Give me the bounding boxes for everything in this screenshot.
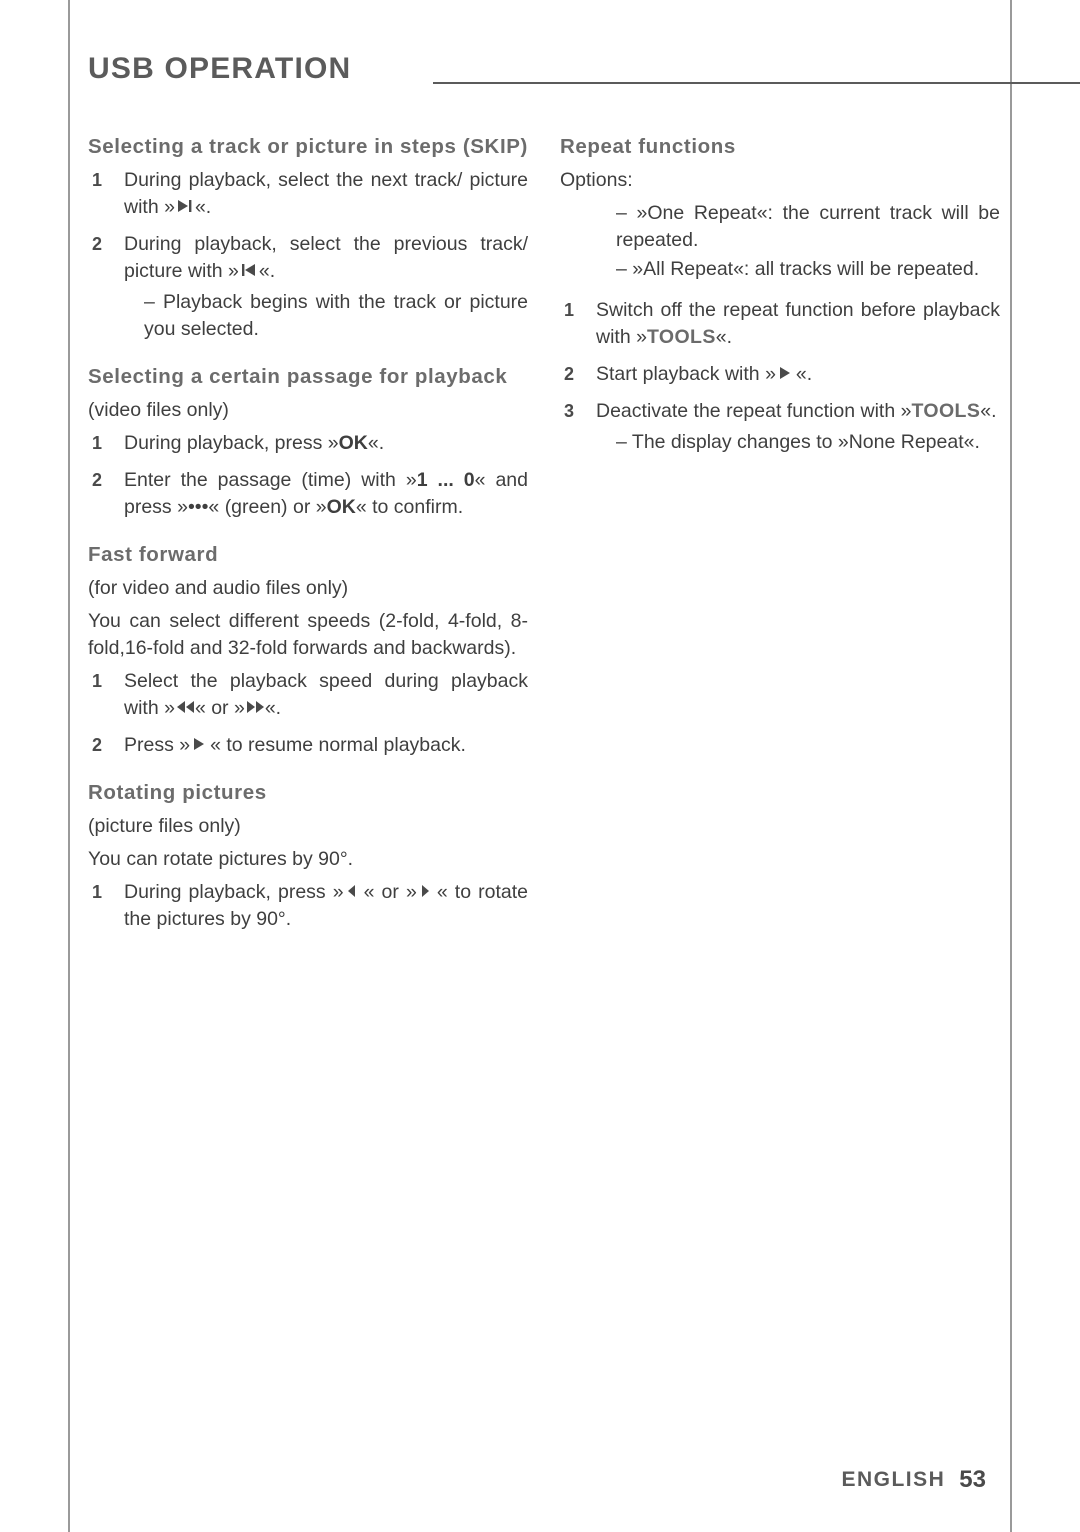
section-note: (for video and audio files only) <box>88 577 349 599</box>
page-border-left <box>68 0 70 1532</box>
step-list: 1 Select the playback speed during playb… <box>88 668 528 759</box>
play-icon <box>776 365 796 381</box>
section-rotating-pictures: Rotating pictures (picture files only) Y… <box>88 779 528 933</box>
key-label-tools: TOOLS <box>911 400 981 422</box>
section-repeat-functions: Repeat functions Options: – »One Repeat«… <box>560 133 1000 456</box>
step-text-after: « to confirm. <box>355 496 464 518</box>
step-number: 2 <box>92 234 103 254</box>
footer-language: ENGLISH <box>841 1468 946 1491</box>
step-text-mid: « or » <box>363 881 417 903</box>
key-label-ok: OK <box>326 496 356 518</box>
step-text: During playback, press » <box>124 881 344 903</box>
section-fast-forward: Fast forward (for video and audio files … <box>88 541 528 759</box>
page: USB OPERATION Selecting a track or pictu… <box>0 0 1080 1532</box>
step-number: 1 <box>92 170 103 190</box>
step-number: 2 <box>92 735 103 755</box>
section-paragraph: You can rotate pictures by 90°. <box>88 848 354 870</box>
section-heading: Selecting a certain passage for playback <box>88 365 508 388</box>
section-note: (video files only) <box>88 399 229 421</box>
step-sub-list: – Playback begins with the track or pict… <box>124 289 528 343</box>
step-number: 2 <box>92 470 103 490</box>
step-text: Enter the passage (time) with » <box>124 469 417 491</box>
step-item: 1 During playback, press » « or » « to rot… <box>88 879 528 933</box>
step-number: 1 <box>92 882 103 902</box>
step-list: 1 During playback, press »OK«. 2 Enter t… <box>88 430 528 521</box>
options-list: – »One Repeat«: the current track will b… <box>596 200 1000 283</box>
step-text-after: «. <box>795 363 813 385</box>
section-heading: Fast forward <box>88 543 219 566</box>
footer-page-number: 53 <box>959 1466 986 1493</box>
step-text-after: « to resume normal playback. <box>210 734 466 756</box>
step-list: 1 During playback, select the next track… <box>88 167 528 343</box>
step-number: 2 <box>564 364 575 384</box>
section-selecting-passage: Selecting a certain passage for playback… <box>88 363 528 521</box>
right-column: Repeat functions Options: – »One Repeat«… <box>560 133 1000 476</box>
section-heading: Selecting a track or picture in steps (S… <box>88 135 528 158</box>
section-note: (picture files only) <box>88 815 241 837</box>
step-item: 3 Deactivate the repeat function with »T… <box>560 398 1000 456</box>
left-column: Selecting a track or picture in steps (S… <box>88 133 528 953</box>
step-number: 1 <box>92 433 103 453</box>
play-icon <box>190 736 210 752</box>
header-rule <box>433 82 1080 84</box>
section-heading: Rotating pictures <box>88 781 267 804</box>
step-text-after: «. <box>715 326 733 348</box>
option-item: – »One Repeat«: the current track will b… <box>616 202 1000 251</box>
step-number: 1 <box>564 300 575 320</box>
step-text: Start playback with » <box>596 363 776 385</box>
step-text-after: «. <box>194 196 212 218</box>
step-text-after: «. <box>264 697 282 719</box>
key-label-digits: 1 ... 0 <box>416 469 475 491</box>
step-item: 2 Press » « to resume normal playback. <box>88 732 528 759</box>
step-sub-list: – The display changes to »None Repeat«. <box>596 429 1000 456</box>
step-text: Press » <box>124 734 191 756</box>
section-heading: Repeat functions <box>560 135 736 158</box>
step-item: 2 During playback, select the previous t… <box>88 231 528 343</box>
step-text: During playback, press » <box>124 432 339 454</box>
arrow-right-icon <box>417 883 437 899</box>
step-item: 1 During playback, select the next track… <box>88 167 528 221</box>
step-item: 1 Select the playback speed during playb… <box>88 668 528 722</box>
page-footer: ENGLISH 53 <box>841 1466 992 1494</box>
step-list: 1 During playback, press » « or » « to rot… <box>88 879 528 933</box>
step-text-after: «. <box>367 432 385 454</box>
step-text-after: «. <box>258 260 276 282</box>
skip-previous-icon <box>239 262 259 278</box>
section-selecting-track-skip: Selecting a track or picture in steps (S… <box>88 133 528 343</box>
fast-forward-icon <box>245 699 265 715</box>
skip-next-icon <box>175 198 195 214</box>
arrow-left-icon <box>344 883 364 899</box>
step-list: 1 Switch off the repeat function before … <box>560 297 1000 456</box>
step-text: During playback, select the previous tra… <box>124 233 528 282</box>
page-title: USB OPERATION <box>88 52 352 85</box>
step-text-after: «. <box>980 400 997 422</box>
step-item: 1 Switch off the repeat function before … <box>560 297 1000 351</box>
step-item: 2 Start playback with » «. <box>560 361 1000 388</box>
step-number: 3 <box>564 401 575 421</box>
section-note: Options: <box>560 169 633 191</box>
step-text-mid: « or » <box>194 697 245 719</box>
option-item: – »All Repeat«: all tracks will be repea… <box>616 258 980 280</box>
key-label-ok: OK <box>338 432 368 454</box>
step-item: 1 During playback, press »OK«. <box>88 430 528 457</box>
key-label-tools: TOOLS <box>646 326 716 348</box>
step-number: 1 <box>92 671 103 691</box>
step-sub-item: – The display changes to »None Repeat«. <box>616 431 980 453</box>
page-header: USB OPERATION <box>88 52 1080 104</box>
footer-rule <box>1010 1462 1012 1502</box>
step-sub-item: – Playback begins with the track or pict… <box>144 291 528 340</box>
page-border-right <box>1010 0 1012 1532</box>
step-text: Deactivate the repeat function with » <box>596 400 912 422</box>
section-paragraph: You can select different speeds (2-fold,… <box>88 610 528 659</box>
rewind-icon <box>175 699 195 715</box>
step-item: 2 Enter the passage (time) with »1 ... 0… <box>88 467 528 521</box>
